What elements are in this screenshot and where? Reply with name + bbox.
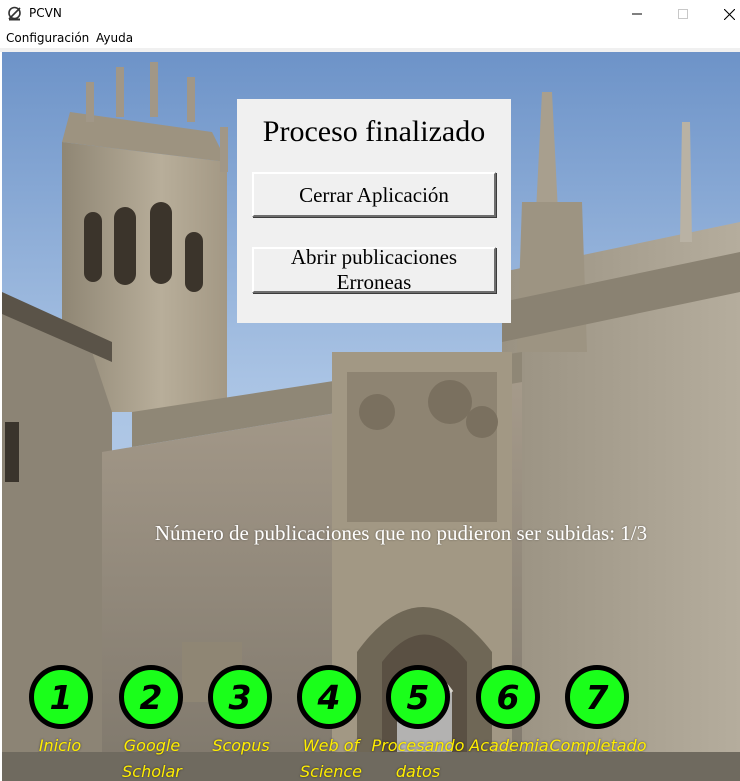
close-application-button[interactable]: Cerrar Aplicación — [252, 172, 496, 217]
menu-configuracion[interactable]: Configuración — [6, 31, 89, 45]
open-erroneous-label: Abrir publicaciones Erroneas — [291, 245, 457, 295]
step-3-circle: 3 — [208, 665, 272, 729]
minimize-icon — [632, 9, 642, 19]
maximize-button[interactable] — [660, 0, 706, 28]
step-7-circle: 7 — [565, 665, 629, 729]
app-logo-icon — [7, 6, 22, 21]
failed-publications-status: Número de publicaciones que no pudieron … — [154, 521, 648, 545]
step-4-number: 4 — [317, 677, 341, 717]
step-2-circle: 2 — [119, 665, 183, 729]
step-7-label-line1: Completado — [549, 736, 647, 755]
step-6-circle: 6 — [476, 665, 540, 729]
open-erroneous-label-line2: Erroneas — [336, 270, 412, 294]
close-application-label: Cerrar Aplicación — [299, 182, 449, 207]
step-2-number: 2 — [139, 677, 163, 717]
step-2-label-line2: Scholar — [122, 762, 182, 781]
step-5-label-line2: datos — [395, 762, 441, 781]
step-7-number: 7 — [585, 677, 609, 717]
step-1-circle: 1 — [29, 665, 93, 729]
open-erroneous-publications-button[interactable]: Abrir publicaciones Erroneas — [252, 245, 496, 295]
minimize-button[interactable] — [614, 0, 660, 28]
step-4-circle: 4 — [297, 665, 361, 729]
step-6-number: 6 — [496, 677, 520, 717]
close-window-button[interactable] — [706, 0, 740, 28]
panel-title: Proceso finalizado — [262, 115, 486, 148]
maximize-icon — [678, 9, 688, 19]
step-7-label: Completado — [543, 733, 653, 759]
menu-ayuda[interactable]: Ayuda — [96, 31, 133, 45]
menu-bar: Configuración Ayuda — [0, 28, 740, 48]
window-title: PCVN — [29, 6, 62, 20]
close-icon — [723, 8, 735, 20]
open-erroneous-label-line1: Abrir publicaciones — [290, 245, 458, 269]
title-bar: PCVN — [0, 0, 740, 28]
step-5-number: 5 — [406, 677, 430, 717]
step-3-number: 3 — [228, 677, 252, 717]
step-1-number: 1 — [49, 677, 73, 717]
step-5-circle: 5 — [386, 665, 450, 729]
